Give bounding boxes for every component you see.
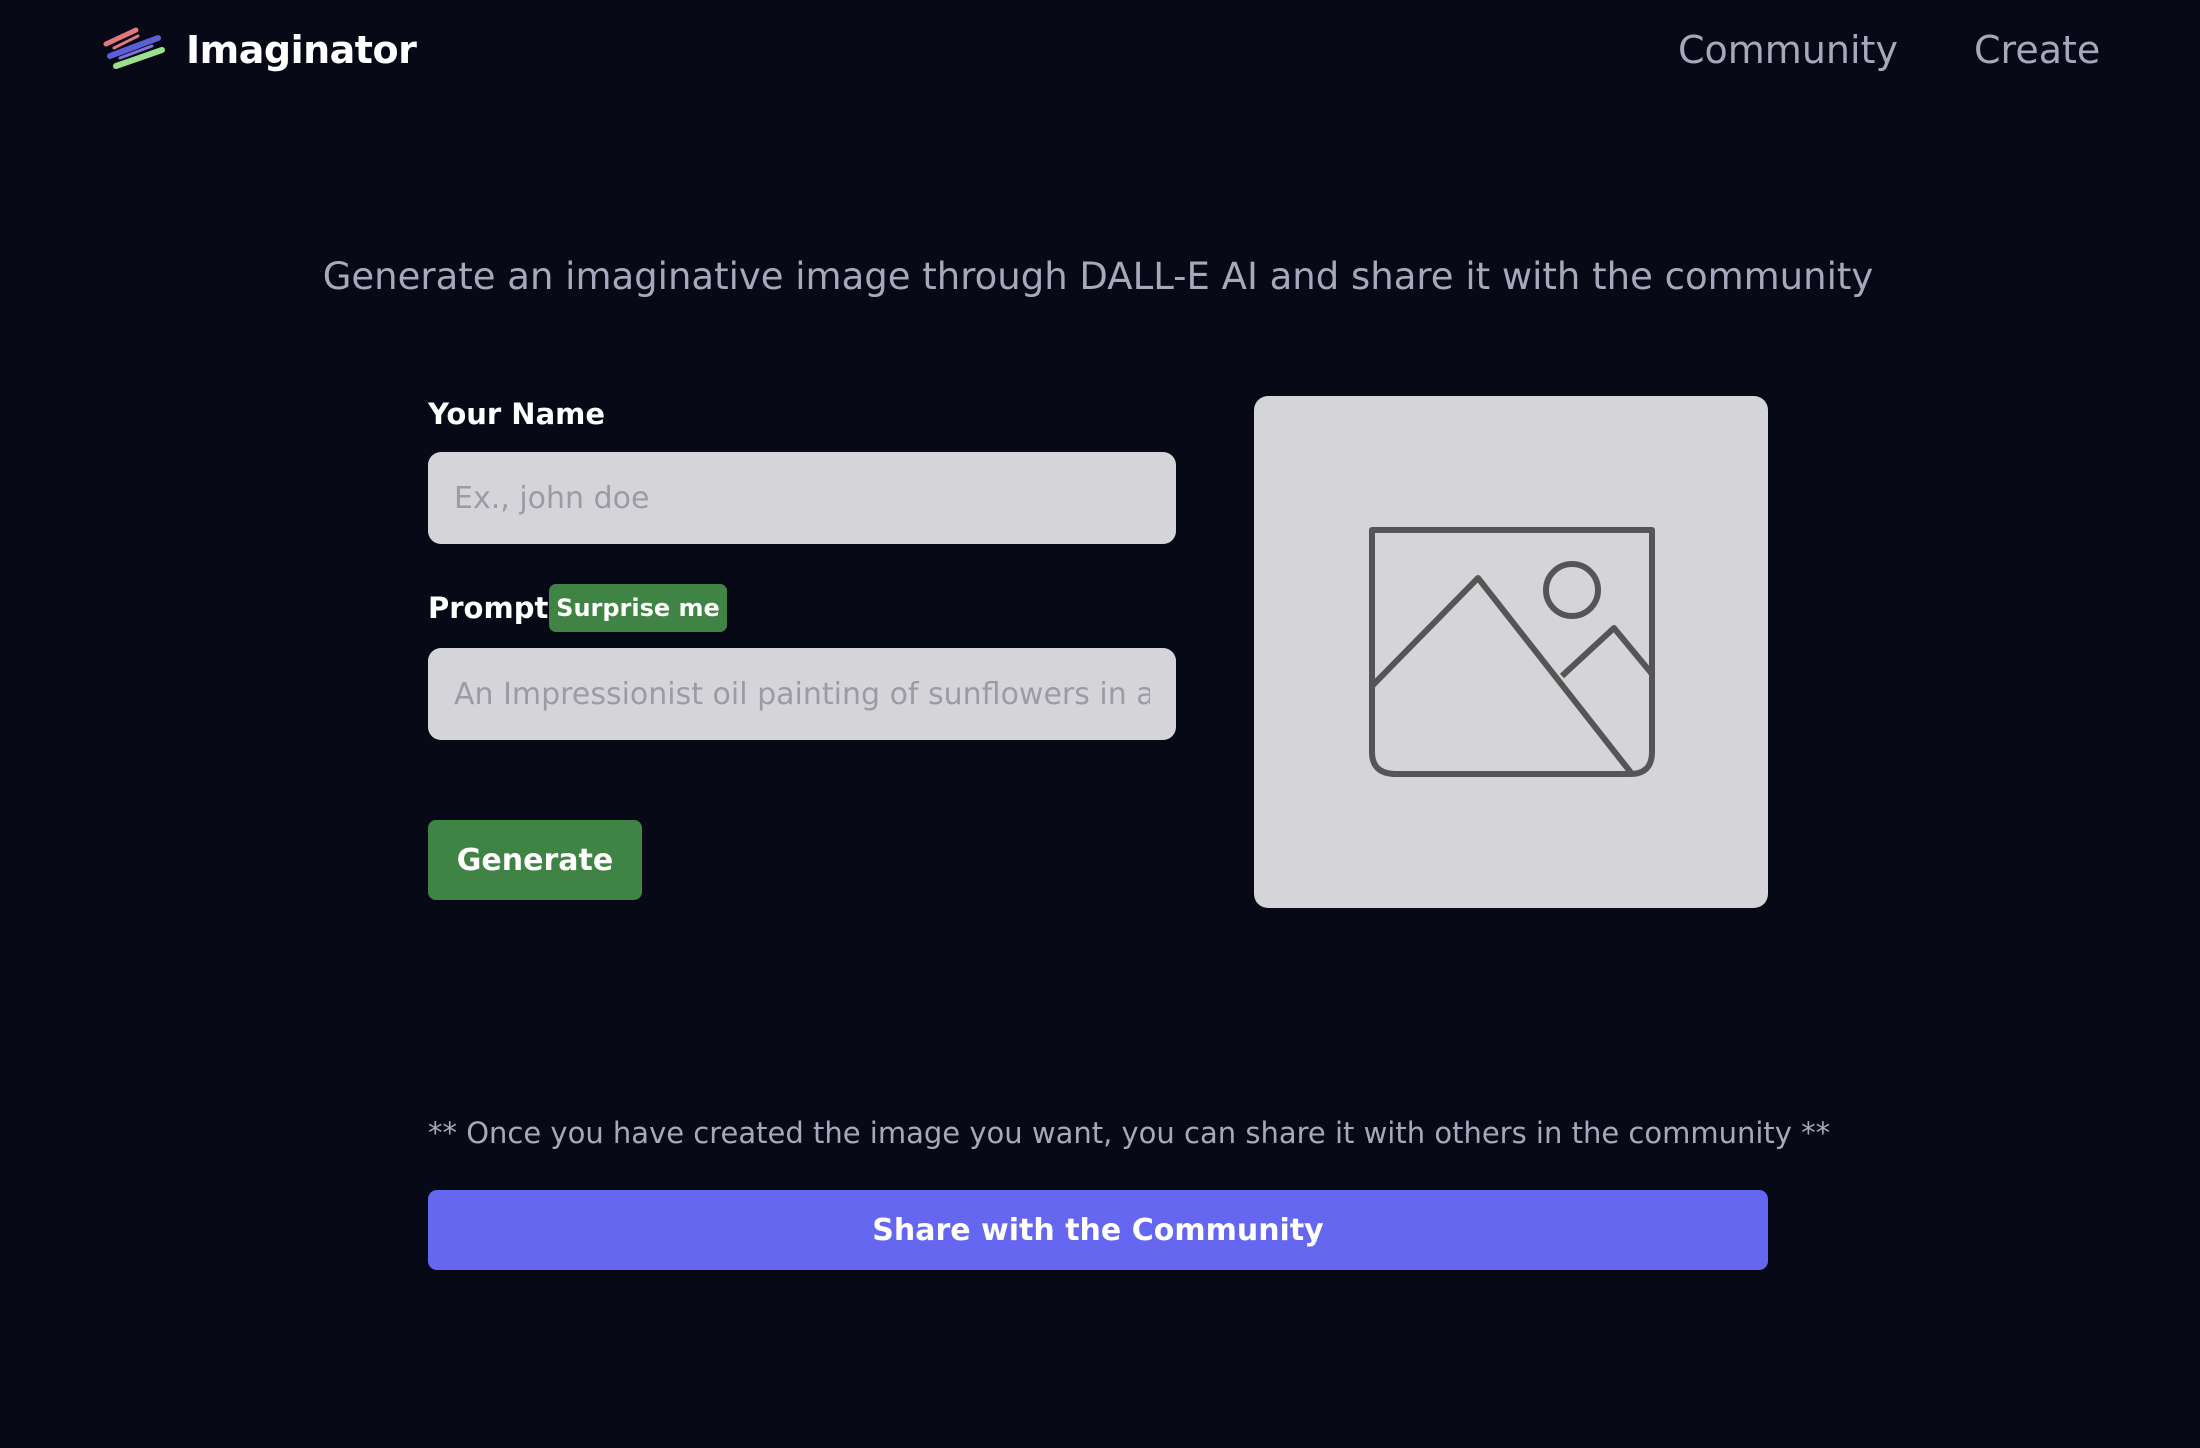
nav-link-community[interactable]: Community	[1678, 26, 1898, 74]
name-label: Your Name	[428, 397, 606, 431]
surprise-me-button[interactable]: Surprise me	[549, 584, 727, 632]
brand-name: Imaginator	[186, 28, 417, 72]
nav-link-create[interactable]: Create	[1974, 26, 2100, 74]
brand-logo[interactable]: Imaginator	[100, 24, 417, 76]
image-placeholder-icon	[1369, 527, 1655, 777]
generate-button[interactable]: Generate	[428, 820, 642, 900]
prompt-label: Prompt	[428, 591, 549, 625]
share-note: ** Once you have created the image you w…	[428, 1116, 1831, 1150]
page-tagline: Generate an imaginative image through DA…	[322, 255, 1874, 298]
prompt-input[interactable]	[428, 648, 1176, 740]
share-community-button[interactable]: Share with the Community	[428, 1190, 1768, 1270]
image-preview	[1254, 396, 1768, 908]
site-header: Imaginator Community Create	[0, 0, 2200, 100]
paint-strokes-icon	[103, 27, 165, 69]
name-input[interactable]	[428, 452, 1176, 544]
